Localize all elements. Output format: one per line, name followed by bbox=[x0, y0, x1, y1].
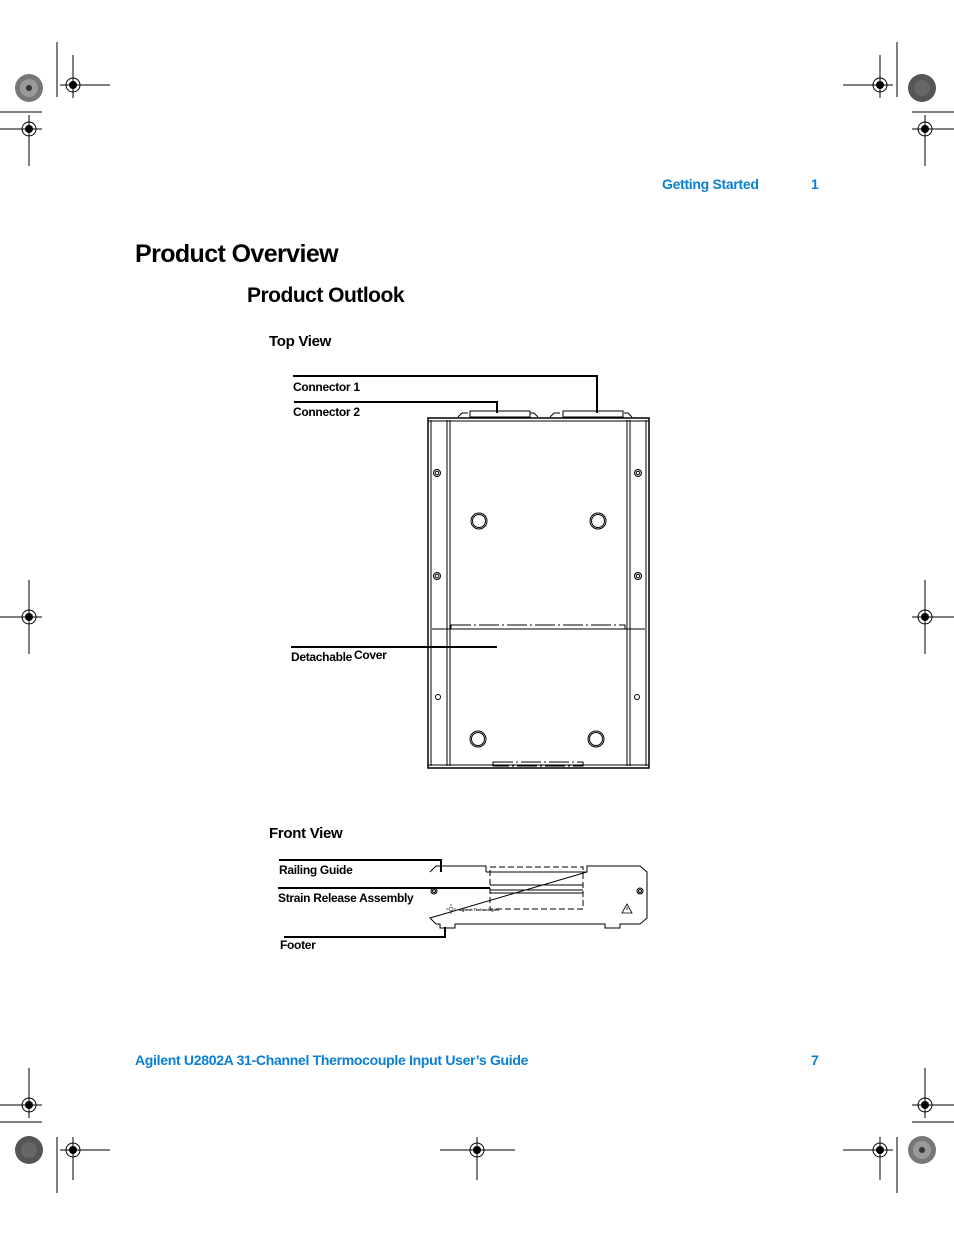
callout-railing-guide: Railing Guide bbox=[279, 863, 353, 877]
device-front-body bbox=[429, 865, 648, 929]
footer-guide-title: Agilent U2802A 31-Channel Thermocouple I… bbox=[135, 1052, 529, 1068]
callout-footer-line bbox=[284, 927, 446, 938]
screw-icon bbox=[636, 887, 644, 895]
brand-label: Agilent Technologies bbox=[459, 907, 500, 912]
front-view-figure: Agilent Technologies bbox=[278, 859, 648, 938]
footer-page-number: 7 bbox=[811, 1052, 819, 1068]
callout-strain-release: Strain Release Assembly bbox=[278, 891, 414, 905]
callout-footer: Footer bbox=[280, 938, 316, 952]
warning-icon bbox=[621, 903, 633, 914]
strain-release-assembly bbox=[489, 866, 584, 910]
